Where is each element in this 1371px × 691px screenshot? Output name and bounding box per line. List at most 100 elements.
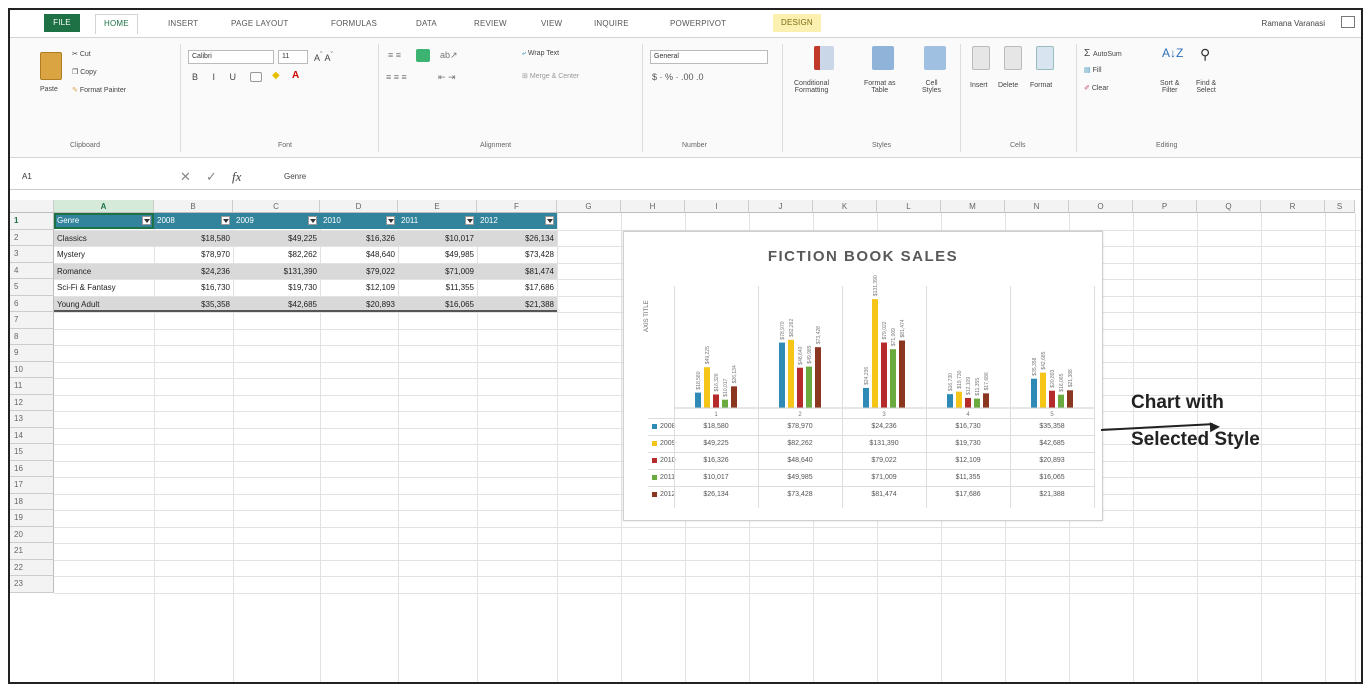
table-cell[interactable]: $131,390 <box>233 263 320 279</box>
legend-key[interactable]: 2010 <box>652 457 676 464</box>
legend-key[interactable]: 2012 <box>652 491 676 498</box>
name-box[interactable]: A1 <box>18 169 98 185</box>
row-header-18[interactable]: 18 <box>10 493 54 510</box>
column-header-b[interactable]: B <box>154 200 233 213</box>
table-cell[interactable]: Young Adult <box>54 296 154 312</box>
bar-2010-4[interactable] <box>965 397 971 408</box>
table-cell[interactable]: Mystery <box>54 247 154 263</box>
row-header-19[interactable]: 19 <box>10 510 54 527</box>
conditional-formatting-icon[interactable] <box>814 46 834 70</box>
paste-button[interactable]: Paste <box>40 86 58 93</box>
table-cell[interactable]: Sci-Fi & Fantasy <box>54 280 154 296</box>
filter-dropdown-icon[interactable] <box>545 216 554 225</box>
sort-filter-button[interactable]: Sort & Filter <box>1160 80 1179 94</box>
row-header-16[interactable]: 16 <box>10 460 54 477</box>
bar-2008-4[interactable] <box>947 394 953 408</box>
column-header-d[interactable]: D <box>320 200 398 213</box>
bar-2008-1[interactable] <box>695 392 701 408</box>
table-header-cell[interactable]: Genre <box>54 213 154 229</box>
column-header-n[interactable]: N <box>1005 200 1069 213</box>
font-name-select[interactable]: Calibri <box>188 50 274 64</box>
tab-inquire[interactable]: INQUIRE <box>594 19 629 28</box>
formula-input[interactable]: Genre <box>284 172 306 181</box>
row-header-2[interactable]: 2 <box>10 229 54 246</box>
bar-2009-3[interactable] <box>872 299 878 408</box>
column-header-h[interactable]: H <box>621 200 685 213</box>
tab-file[interactable]: FILE <box>44 14 80 32</box>
align-left-center-right-icons[interactable]: ≡ ≡ ≡ <box>386 72 407 82</box>
filter-dropdown-icon[interactable] <box>386 216 395 225</box>
bar-2010-2[interactable] <box>797 367 803 408</box>
column-header-o[interactable]: O <box>1069 200 1133 213</box>
legend-key[interactable]: 2009 <box>652 440 676 447</box>
cancel-icon[interactable]: ✕ <box>180 169 191 185</box>
bar-2008-5[interactable] <box>1031 378 1037 408</box>
table-cell[interactable]: $71,009 <box>398 263 477 279</box>
fiction-book-sales-chart[interactable]: FICTION BOOK SALES AXIS TITLE $18,580 $49… <box>623 231 1103 521</box>
cell-styles-icon[interactable] <box>924 46 946 70</box>
format-as-table-icon[interactable] <box>872 46 894 70</box>
row-header-12[interactable]: 12 <box>10 394 54 411</box>
column-header-i[interactable]: I <box>685 200 749 213</box>
table-cell[interactable]: $48,640 <box>320 247 398 263</box>
fill-button[interactable]: ▤ Fill <box>1084 66 1102 74</box>
row-header-17[interactable]: 17 <box>10 477 54 494</box>
tab-formulas[interactable]: FORMULAS <box>331 19 377 28</box>
format-button[interactable]: Format <box>1030 82 1052 89</box>
column-header-q[interactable]: Q <box>1197 200 1261 213</box>
bar-2008-3[interactable] <box>863 387 869 408</box>
bar-2010-1[interactable] <box>713 394 719 408</box>
column-header-m[interactable]: M <box>941 200 1005 213</box>
bar-2011-3[interactable] <box>890 349 896 408</box>
table-cell[interactable]: $82,262 <box>233 247 320 263</box>
row-header-9[interactable]: 9 <box>10 345 54 362</box>
table-cell[interactable]: $21,388 <box>477 296 557 312</box>
row-header-7[interactable]: 7 <box>10 312 54 329</box>
format-cells-icon[interactable] <box>1036 46 1054 70</box>
font-color-icon[interactable]: A <box>292 70 299 81</box>
table-cell[interactable]: $42,685 <box>233 296 320 312</box>
bar-2010-5[interactable] <box>1049 390 1055 408</box>
clear-button[interactable]: ✐ Clear <box>1084 84 1109 92</box>
tab-home[interactable]: HOME <box>95 14 138 34</box>
cell-styles-button[interactable]: Cell Styles <box>922 80 941 94</box>
bar-2010-3[interactable] <box>881 342 887 408</box>
table-cell[interactable]: $16,730 <box>154 280 233 296</box>
bar-2009-4[interactable] <box>956 391 962 408</box>
column-header-l[interactable]: L <box>877 200 941 213</box>
enter-icon[interactable]: ✓ <box>206 169 217 185</box>
bar-2009-2[interactable] <box>788 339 794 408</box>
row-header-23[interactable]: 23 <box>10 576 54 593</box>
orientation-icon[interactable]: ab↗ <box>440 50 458 61</box>
bar-2012-1[interactable] <box>731 386 737 408</box>
bar-2011-4[interactable] <box>974 398 980 408</box>
bar-2009-5[interactable] <box>1040 372 1046 408</box>
font-grow-icon[interactable]: Aˆ Aˇ <box>314 50 333 63</box>
table-cell[interactable]: $12,109 <box>320 280 398 296</box>
wrap-text-button[interactable]: ⤶ Wrap Text <box>522 50 559 58</box>
row-header-4[interactable]: 4 <box>10 262 54 279</box>
merge-center-button[interactable]: ⊞ Merge & Center <box>522 72 579 80</box>
format-as-table-button[interactable]: Format as Table <box>864 80 896 94</box>
tab-page-layout[interactable]: PAGE LAYOUT <box>231 19 288 28</box>
select-all-corner[interactable] <box>10 200 54 213</box>
table-cell[interactable]: $78,970 <box>154 247 233 263</box>
user-name[interactable]: Ramana Varanasi <box>1262 19 1325 28</box>
bold-italic-underline-buttons[interactable]: B I U <box>192 72 242 82</box>
find-select-button[interactable]: Find & Select <box>1196 80 1216 94</box>
number-format-select[interactable]: General <box>650 50 768 64</box>
row-header-14[interactable]: 14 <box>10 427 54 444</box>
table-cell[interactable]: Romance <box>54 263 154 279</box>
tab-insert[interactable]: INSERT <box>168 19 198 28</box>
row-header-21[interactable]: 21 <box>10 543 54 560</box>
column-header-g[interactable]: G <box>557 200 621 213</box>
row-header-15[interactable]: 15 <box>10 444 54 461</box>
table-cell[interactable]: $49,985 <box>398 247 477 263</box>
tab-design[interactable]: DESIGN <box>773 14 821 32</box>
insert-cells-icon[interactable] <box>972 46 990 70</box>
conditional-formatting-button[interactable]: Conditional Formatting <box>794 80 829 94</box>
sort-filter-icon[interactable]: A↓Z <box>1162 46 1183 60</box>
bar-2012-3[interactable] <box>899 340 905 408</box>
column-header-c[interactable]: C <box>233 200 320 213</box>
filter-dropdown-icon[interactable] <box>308 216 317 225</box>
